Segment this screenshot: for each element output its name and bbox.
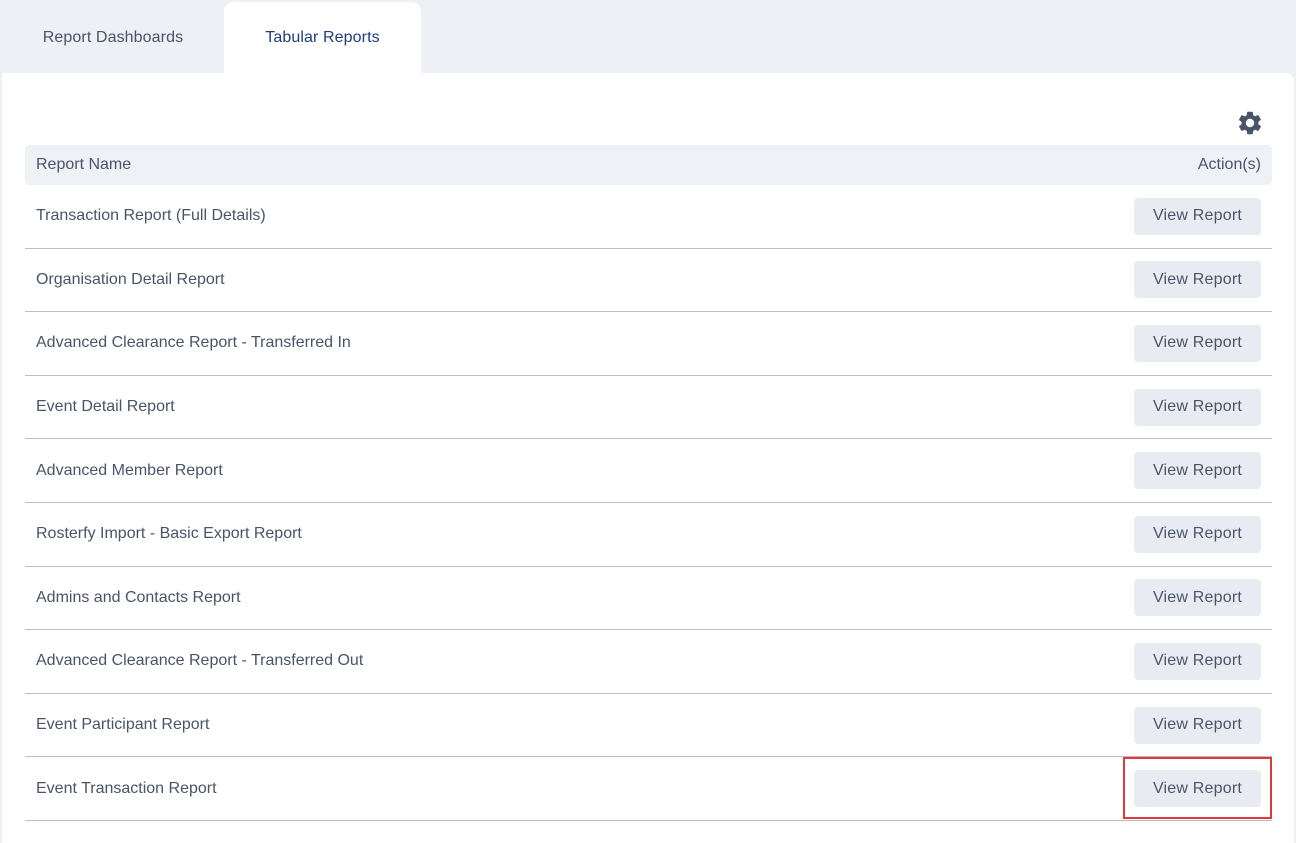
gear-icon[interactable] (1236, 109, 1264, 137)
report-name: Admins and Contacts Report (36, 588, 241, 606)
tab-tabular-reports[interactable]: Tabular Reports (224, 2, 421, 73)
report-name: Advanced Clearance Report - Transferred … (36, 334, 351, 352)
view-report-button[interactable]: View Report (1134, 579, 1261, 617)
view-report-button[interactable]: View Report (1134, 452, 1261, 490)
report-name: Rosterfy Import - Basic Export Report (36, 525, 302, 543)
report-name: Event Transaction Report (36, 779, 217, 797)
view-report-button[interactable]: View Report (1134, 388, 1261, 426)
column-header-actions: Action(s) (1197, 156, 1261, 173)
report-name: Event Participant Report (36, 716, 210, 734)
table-row: Event Detail Report View Report (25, 376, 1272, 440)
table-row: Transaction Report (Full Details) View R… (25, 185, 1272, 249)
tab-report-dashboards[interactable]: Report Dashboards (2, 2, 224, 73)
report-tabs: Report Dashboards Tabular Reports (2, 2, 1294, 73)
table-row: Advanced Member Report View Report (25, 439, 1272, 503)
table-row: Event Transaction Report View Report (25, 757, 1272, 821)
table-row: Admins and Contacts Report View Report (25, 567, 1272, 631)
view-report-button[interactable]: View Report (1134, 261, 1261, 299)
view-report-button[interactable]: View Report (1134, 197, 1261, 235)
table-row: Advanced Clearance Report - Transferred … (25, 312, 1272, 376)
column-header-report-name: Report Name (36, 156, 132, 173)
report-name: Organisation Detail Report (36, 270, 225, 288)
table-header: Report Name Action(s) (25, 145, 1272, 185)
view-report-button[interactable]: View Report (1134, 642, 1261, 680)
reports-table-body: Transaction Report (Full Details) View R… (25, 185, 1272, 821)
view-report-button[interactable]: View Report (1134, 324, 1261, 362)
table-row: Event Participant Report View Report (25, 694, 1272, 758)
report-name: Event Detail Report (36, 398, 175, 416)
table-row: Advanced Clearance Report - Transferred … (25, 630, 1272, 694)
table-row: Rosterfy Import - Basic Export Report Vi… (25, 503, 1272, 567)
view-report-button[interactable]: View Report (1134, 515, 1261, 553)
report-name: Transaction Report (Full Details) (36, 207, 266, 225)
view-report-button[interactable]: View Report (1134, 770, 1261, 808)
report-name: Advanced Clearance Report - Transferred … (36, 652, 364, 670)
view-report-button[interactable]: View Report (1134, 706, 1261, 744)
table-row: Organisation Detail Report View Report (25, 249, 1272, 313)
report-name: Advanced Member Report (36, 461, 223, 479)
